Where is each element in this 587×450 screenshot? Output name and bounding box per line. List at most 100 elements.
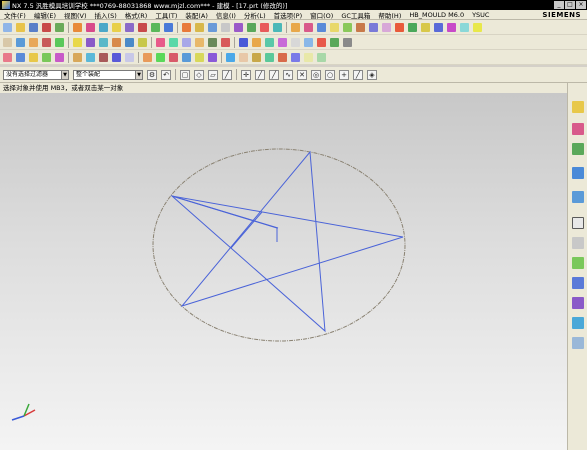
curve-icon[interactable] bbox=[395, 22, 404, 32]
point-on-curve-icon[interactable]: ╱ bbox=[353, 69, 363, 80]
right-view-icon[interactable] bbox=[195, 52, 204, 62]
menu-help[interactable]: 帮助(H) bbox=[374, 10, 405, 20]
hide-icon[interactable] bbox=[42, 37, 51, 47]
wcs-dynamics-icon[interactable] bbox=[278, 52, 287, 62]
graphics-canvas[interactable] bbox=[0, 93, 567, 450]
new-file-icon[interactable] bbox=[3, 22, 12, 32]
isometric-view-icon[interactable] bbox=[156, 52, 165, 62]
point-on-face-icon[interactable]: ◈ bbox=[367, 69, 377, 80]
front-view-icon[interactable] bbox=[182, 52, 191, 62]
move-component-icon[interactable] bbox=[125, 37, 134, 47]
menu-insert[interactable]: 插入(S) bbox=[91, 10, 121, 20]
manufacturing-wizard-icon[interactable] bbox=[572, 277, 584, 289]
display-settings-icon[interactable] bbox=[572, 337, 584, 349]
wireframe-icon[interactable] bbox=[99, 52, 108, 62]
select-face-icon[interactable]: ▱ bbox=[208, 69, 218, 80]
wave-linker-icon[interactable] bbox=[73, 37, 82, 47]
existing-point-icon[interactable]: + bbox=[339, 69, 349, 80]
revolve-icon[interactable] bbox=[86, 22, 95, 32]
chamfer-icon[interactable] bbox=[195, 22, 204, 32]
center-icon[interactable]: ◎ bbox=[311, 69, 321, 80]
hole-icon[interactable] bbox=[99, 22, 108, 32]
menu-window[interactable]: 窗口(O) bbox=[306, 10, 337, 20]
shaded-icon[interactable] bbox=[86, 52, 95, 62]
perspective-icon[interactable] bbox=[55, 52, 64, 62]
end-point-icon[interactable]: ╱ bbox=[255, 69, 265, 80]
pattern-feature-icon[interactable] bbox=[273, 22, 282, 32]
mould-wizard-icon[interactable] bbox=[239, 37, 248, 47]
face-analysis-view-icon[interactable] bbox=[125, 52, 134, 62]
left-view-icon[interactable] bbox=[208, 52, 217, 62]
measure-body-icon[interactable] bbox=[182, 37, 191, 47]
selection-scope-select[interactable]: 整个装配 ▼ bbox=[73, 69, 143, 80]
dashed-circle[interactable] bbox=[152, 148, 406, 342]
pan-icon[interactable] bbox=[42, 52, 51, 62]
system-scenes-icon[interactable] bbox=[572, 317, 584, 329]
offset-face-icon[interactable] bbox=[408, 22, 417, 32]
mirror-assembly-icon[interactable] bbox=[138, 37, 147, 47]
datum-plane-icon[interactable] bbox=[343, 22, 352, 32]
curve-analysis-icon[interactable] bbox=[208, 37, 217, 47]
helper-curve[interactable] bbox=[171, 195, 278, 242]
zoom-icon[interactable] bbox=[16, 52, 25, 62]
mirror-feature-icon[interactable] bbox=[260, 22, 269, 32]
edit-object-display-icon[interactable] bbox=[252, 52, 261, 62]
shell-icon[interactable] bbox=[221, 22, 230, 32]
sketch-icon[interactable] bbox=[382, 22, 391, 32]
measure-angle-icon[interactable] bbox=[169, 37, 178, 47]
save-icon[interactable] bbox=[29, 22, 38, 32]
intersection-icon[interactable]: ✕ bbox=[297, 69, 307, 80]
mold-base-icon[interactable] bbox=[265, 37, 274, 47]
system-materials-icon[interactable] bbox=[572, 237, 584, 249]
add-component-icon[interactable] bbox=[99, 37, 108, 47]
type-filter-select[interactable]: 没有选择过滤器 ▼ bbox=[3, 69, 69, 80]
trimetric-view-icon[interactable] bbox=[143, 52, 152, 62]
point-snap-icon[interactable]: ✛ bbox=[241, 69, 251, 80]
roles-icon[interactable] bbox=[572, 297, 584, 309]
menu-information[interactable]: 信息(I) bbox=[212, 10, 240, 20]
menu-preferences[interactable]: 首选项(P) bbox=[270, 10, 307, 20]
wcs-origin-icon[interactable] bbox=[291, 52, 300, 62]
assembly-navigator-icon[interactable] bbox=[572, 101, 584, 113]
shaded-with-edges-icon[interactable] bbox=[73, 52, 82, 62]
process-studio-icon[interactable] bbox=[572, 257, 584, 269]
cone-icon[interactable] bbox=[317, 22, 326, 32]
copy-icon[interactable] bbox=[55, 22, 64, 32]
cylinder-icon[interactable] bbox=[304, 22, 313, 32]
star-curve[interactable] bbox=[170, 150, 404, 333]
graphics-viewport[interactable] bbox=[0, 93, 567, 450]
datum-csys-icon[interactable] bbox=[369, 22, 378, 32]
menu-hb-mould[interactable]: HB_MOULD M6.0 bbox=[405, 11, 468, 19]
menu-assemblies[interactable]: 装配(A) bbox=[181, 10, 212, 20]
show-all-icon[interactable] bbox=[55, 37, 64, 47]
move-to-layer-icon[interactable] bbox=[16, 37, 25, 47]
sphere-icon[interactable] bbox=[330, 22, 339, 32]
new-component-icon[interactable] bbox=[112, 37, 121, 47]
draft-icon[interactable] bbox=[208, 22, 217, 32]
measure-distance-icon[interactable] bbox=[156, 37, 165, 47]
select-edge-icon[interactable]: ╱ bbox=[222, 69, 232, 80]
close-button[interactable]: × bbox=[576, 1, 586, 9]
menu-analysis[interactable]: 分析(L) bbox=[240, 10, 270, 20]
constraint-navigator-icon[interactable] bbox=[572, 123, 584, 135]
menu-gc-toolkit[interactable]: GC工具箱 bbox=[337, 10, 374, 20]
block-icon[interactable] bbox=[291, 22, 300, 32]
menu-tools[interactable]: 工具(T) bbox=[151, 10, 181, 20]
reuse-library-icon[interactable] bbox=[572, 167, 584, 179]
electrode-icon[interactable] bbox=[317, 37, 326, 47]
maximize-button[interactable]: □ bbox=[565, 1, 575, 9]
slider-lifter-icon[interactable] bbox=[278, 37, 287, 47]
assembly-constraints-icon[interactable] bbox=[86, 37, 95, 47]
inner-line[interactable] bbox=[230, 211, 263, 249]
history-icon[interactable] bbox=[572, 217, 584, 229]
deselect-icon[interactable]: ↶ bbox=[161, 69, 171, 80]
pocket-cavity-icon[interactable] bbox=[330, 37, 339, 47]
parting-icon[interactable] bbox=[252, 37, 261, 47]
wcs-display-icon[interactable] bbox=[317, 52, 326, 62]
wcs-rotate-icon[interactable] bbox=[304, 52, 313, 62]
minimize-button[interactable]: _ bbox=[554, 1, 564, 9]
replace-face-icon[interactable] bbox=[421, 22, 430, 32]
show-hide-icon[interactable] bbox=[29, 37, 38, 47]
extrude-icon[interactable] bbox=[73, 22, 82, 32]
part-navigator-icon[interactable] bbox=[572, 143, 584, 155]
